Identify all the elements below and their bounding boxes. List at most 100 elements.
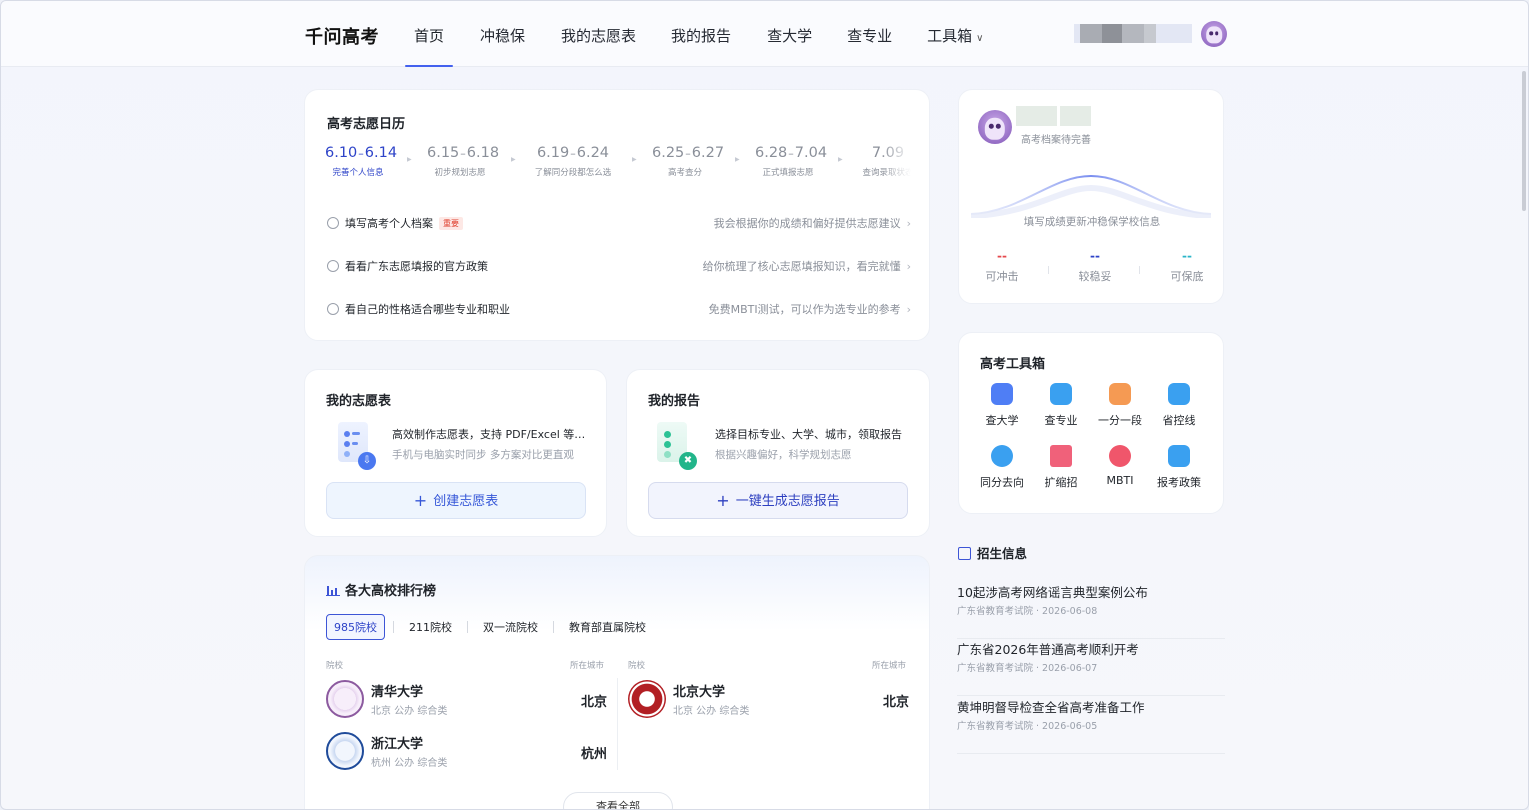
score-icon (1109, 383, 1131, 405)
news-item[interactable]: 10起涉高考网络谣言典型案例公布 广东省教育考试院 · 2026-06-08 (957, 582, 1225, 639)
nav-search-university[interactable]: 查大学 (767, 25, 812, 46)
university-meta: 北京 公办 综合类 (371, 706, 448, 717)
tab-double-first-class[interactable]: 双一流院校 (476, 615, 545, 639)
tool-search-university[interactable]: 查大学 (972, 383, 1032, 428)
tool-label: 查大学 (985, 414, 1019, 427)
university-city: 杭州 (581, 747, 608, 762)
triangle-right-icon: ▶ (511, 156, 516, 163)
owl-mascot-icon (984, 117, 1006, 140)
dash-separator: – (685, 147, 691, 160)
user-avatar[interactable] (1201, 21, 1227, 47)
generate-report-button[interactable]: + 一键生成志愿报告 (648, 482, 908, 519)
stat-value: -- (1182, 249, 1192, 263)
stat-reach[interactable]: -- 可冲击 (972, 250, 1032, 284)
wishlist-doc-icon: ⇩ (338, 422, 376, 470)
nav-label: 查专业 (847, 27, 893, 45)
stage-end: 6.24 (576, 145, 610, 161)
zju-logo-icon (326, 732, 364, 770)
tool-control-line[interactable]: 省控线 (1149, 383, 1209, 428)
tool-label: 报考政策 (1157, 476, 1201, 489)
nav-home[interactable]: 首页 (404, 25, 454, 67)
tab-211[interactable]: 211院校 (402, 615, 459, 639)
news-item-title: 黄坤明督导检查全省高考准备工作 (957, 700, 1145, 715)
my-report-card: 我的报告 ✖ 选择目标专业、大学、城市，领取报告 根据兴趣偏好，科学规划志愿 +… (626, 369, 930, 537)
task-personality-test[interactable]: 看自己的性格适合哪些专业和职业 免费MBTI测试，可以作为选专业的参考 › (327, 300, 911, 320)
stage-end: 7.04 (794, 145, 828, 161)
probability-curve-graphic (971, 174, 1211, 218)
col-city-header: 所在城市 (570, 661, 605, 671)
university-ranking-card: 各大高校排行榜 985院校 211院校 双一流院校 教育部直属院校 院校 所在城… (304, 555, 930, 810)
tab-985[interactable]: 985院校 (326, 614, 385, 640)
task-fill-profile[interactable]: 填写高考个人档案 重要 我会根据你的成绩和偏好提供志愿建议 › (327, 214, 911, 234)
university-city: 北京 (581, 695, 608, 710)
exam-calendar-card: 高考志愿日历 6.10–6.14 完善个人信息 ▶ 6.15–6.18 初步规划… (304, 89, 930, 341)
wishlist-line2: 手机与电脑实时同步 多方案对比更直观 (392, 449, 574, 461)
profile-avatar[interactable] (978, 110, 1012, 144)
nav-toolbox[interactable]: 工具箱 ∨ (927, 25, 983, 46)
redaction-block (1122, 24, 1144, 43)
button-label: 创建志愿表 (433, 494, 499, 509)
triangle-right-icon: ▶ (735, 156, 740, 163)
tool-enroll-change[interactable]: 扩缩招 (1031, 445, 1091, 490)
calendar-stage[interactable]: 6.15–6.18 初步规划志愿 (427, 145, 499, 178)
nav-label: 查大学 (767, 27, 813, 45)
chevron-right-icon: › (906, 260, 911, 273)
task-radio[interactable] (327, 303, 339, 315)
tab-moe-direct[interactable]: 教育部直属院校 (562, 615, 653, 639)
stat-value: -- (1090, 249, 1100, 263)
calendar-stage[interactable]: 6.10–6.14 完善个人信息 (325, 145, 397, 178)
plus-icon: + (716, 491, 730, 510)
task-radio[interactable] (327, 217, 339, 229)
tool-policy[interactable]: 报考政策 (1149, 445, 1209, 490)
stat-label: 可冲击 (985, 270, 1019, 283)
tool-mbti[interactable]: MBTI (1090, 445, 1150, 487)
stage-label: 完善个人信息 (332, 168, 384, 178)
news-item-meta: 广东省教育考试院 · 2026-06-07 (957, 663, 1098, 674)
task-radio[interactable] (327, 260, 339, 272)
column-divider (617, 678, 618, 770)
tool-same-score[interactable]: 同分去向 (972, 445, 1032, 490)
tab-divider (553, 621, 554, 633)
nav-search-major[interactable]: 查专业 (847, 25, 892, 46)
calendar-stage[interactable]: 6.28–7.04 正式填报志愿 (755, 145, 827, 178)
nav-my-report[interactable]: 我的报告 (671, 25, 731, 46)
university-meta: 杭州 公办 综合类 (371, 758, 448, 769)
page-scrollbar[interactable] (1522, 71, 1526, 211)
tool-score-rank[interactable]: 一分一段 (1090, 383, 1150, 428)
redaction-block (1080, 24, 1102, 43)
nav-chongwenbao[interactable]: 冲稳保 (480, 25, 525, 46)
create-wishlist-button[interactable]: + 创建志愿表 (326, 482, 586, 519)
stage-start: 6.19 (536, 145, 570, 161)
button-label: 一键生成志愿报告 (735, 494, 840, 509)
tool-search-major[interactable]: 查专业 (1031, 383, 1091, 428)
stat-safe[interactable]: -- 可保底 (1157, 250, 1217, 284)
view-all-button[interactable]: 查看全部 (563, 792, 673, 810)
site-logo[interactable]: 千问高考 (305, 23, 379, 49)
tab-divider (467, 621, 468, 633)
stat-stable[interactable]: -- 较稳妥 (1065, 250, 1125, 284)
news-item[interactable]: 广东省2026年普通高考顺利开考 广东省教育考试院 · 2026-06-07 (957, 639, 1225, 696)
calendar-stage[interactable]: 6.25–6.27 高考查分 (652, 145, 724, 178)
nav-my-wishlist[interactable]: 我的志愿表 (561, 25, 636, 46)
important-badge: 重要 (439, 217, 463, 230)
calendar-stage[interactable]: 6.19–6.24 了解同分段都怎么选 (529, 145, 617, 178)
news-item[interactable]: 黄坤明督导检查全省高考准备工作 广东省教育考试院 · 2026-06-05 (957, 697, 1225, 754)
report-title: 我的报告 (648, 394, 701, 409)
my-wishlist-card: 我的志愿表 ⇩ 高效制作志愿表，支持 PDF/Excel 等… 手机与电脑实时同… (304, 369, 607, 537)
calendar-timeline: 6.10–6.14 完善个人信息 ▶ 6.15–6.18 初步规划志愿 ▶ 6.… (325, 145, 911, 181)
stat-label: 较稳妥 (1078, 270, 1112, 283)
report-line2: 根据兴趣偏好，科学规划志愿 (715, 449, 852, 461)
checkbox-icon (1168, 445, 1190, 467)
tool-label: 查专业 (1044, 414, 1078, 427)
col-city-header: 所在城市 (872, 661, 907, 671)
university-city: 北京 (883, 695, 910, 710)
app-window: 千问高考 首页 冲稳保 我的志愿表 我的报告 查大学 查专业 工具箱 ∨ 高考志愿… (0, 0, 1529, 810)
stage-label: 高考查分 (667, 168, 702, 178)
redaction-block (1144, 24, 1156, 43)
tool-label: 一分一段 (1098, 414, 1142, 427)
profile-hint: 填写成绩更新冲稳保学校信息 (1023, 216, 1161, 228)
task-view-policy[interactable]: 看看广东志愿填报的官方政策 给你梳理了核心志愿填报知识，看完就懂 › (327, 257, 911, 277)
user-name-redacted[interactable] (1074, 24, 1192, 43)
chevron-down-icon: ∨ (976, 33, 984, 44)
button-label: 查看全部 (596, 800, 640, 810)
